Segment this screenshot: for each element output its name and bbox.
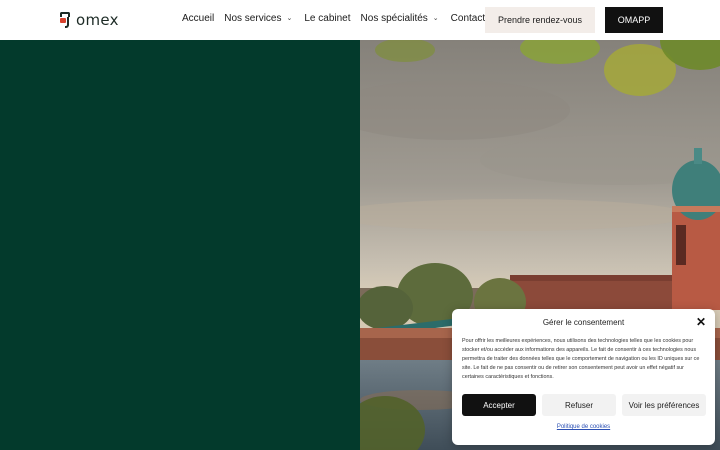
consent-title: Gérer le consentement <box>542 318 625 327</box>
site-header: omex Accueil Nos services ⌄ Le cabinet N… <box>0 0 720 40</box>
view-preferences-button[interactable]: Voir les préférences <box>622 394 706 416</box>
nav-item-nos-specialites[interactable]: Nos spécialités ⌄ <box>361 13 439 24</box>
main-nav: Accueil Nos services ⌄ Le cabinet Nos sp… <box>182 13 485 24</box>
hero-green-panel <box>0 40 360 450</box>
nav-item-contact[interactable]: Contact <box>451 13 485 24</box>
cookie-consent-dialog: Gérer le consentement ✕ Pour offrir les … <box>452 309 715 445</box>
chevron-down-icon: ⌄ <box>286 14 293 22</box>
nav-item-label: Accueil <box>182 13 215 24</box>
nav-item-label: Contact <box>450 13 486 24</box>
chevron-down-icon: ⌄ <box>432 14 439 22</box>
consent-description: Pour offrir les meilleures expériences, … <box>462 338 700 380</box>
close-icon[interactable]: ✕ <box>696 315 706 329</box>
book-appointment-button[interactable]: Prendre rendez-vous <box>485 7 595 33</box>
omapp-button[interactable]: OMAPP <box>605 7 663 33</box>
refuse-button[interactable]: Refuser <box>542 394 616 416</box>
nav-item-label: Nos services <box>224 13 282 24</box>
logo-mark-icon <box>60 12 72 28</box>
nav-item-label: Le cabinet <box>304 13 351 24</box>
logo[interactable]: omex <box>60 11 119 29</box>
nav-item-accueil[interactable]: Accueil <box>182 13 214 24</box>
nav-item-le-cabinet[interactable]: Le cabinet <box>304 13 350 24</box>
logo-text: omex <box>76 11 119 29</box>
nav-item-label: Nos spécialités <box>360 13 428 24</box>
nav-item-nos-services[interactable]: Nos services ⌄ <box>224 13 292 24</box>
cookie-policy-link[interactable]: Politique de cookies <box>452 424 715 430</box>
accept-button[interactable]: Accepter <box>462 394 536 416</box>
